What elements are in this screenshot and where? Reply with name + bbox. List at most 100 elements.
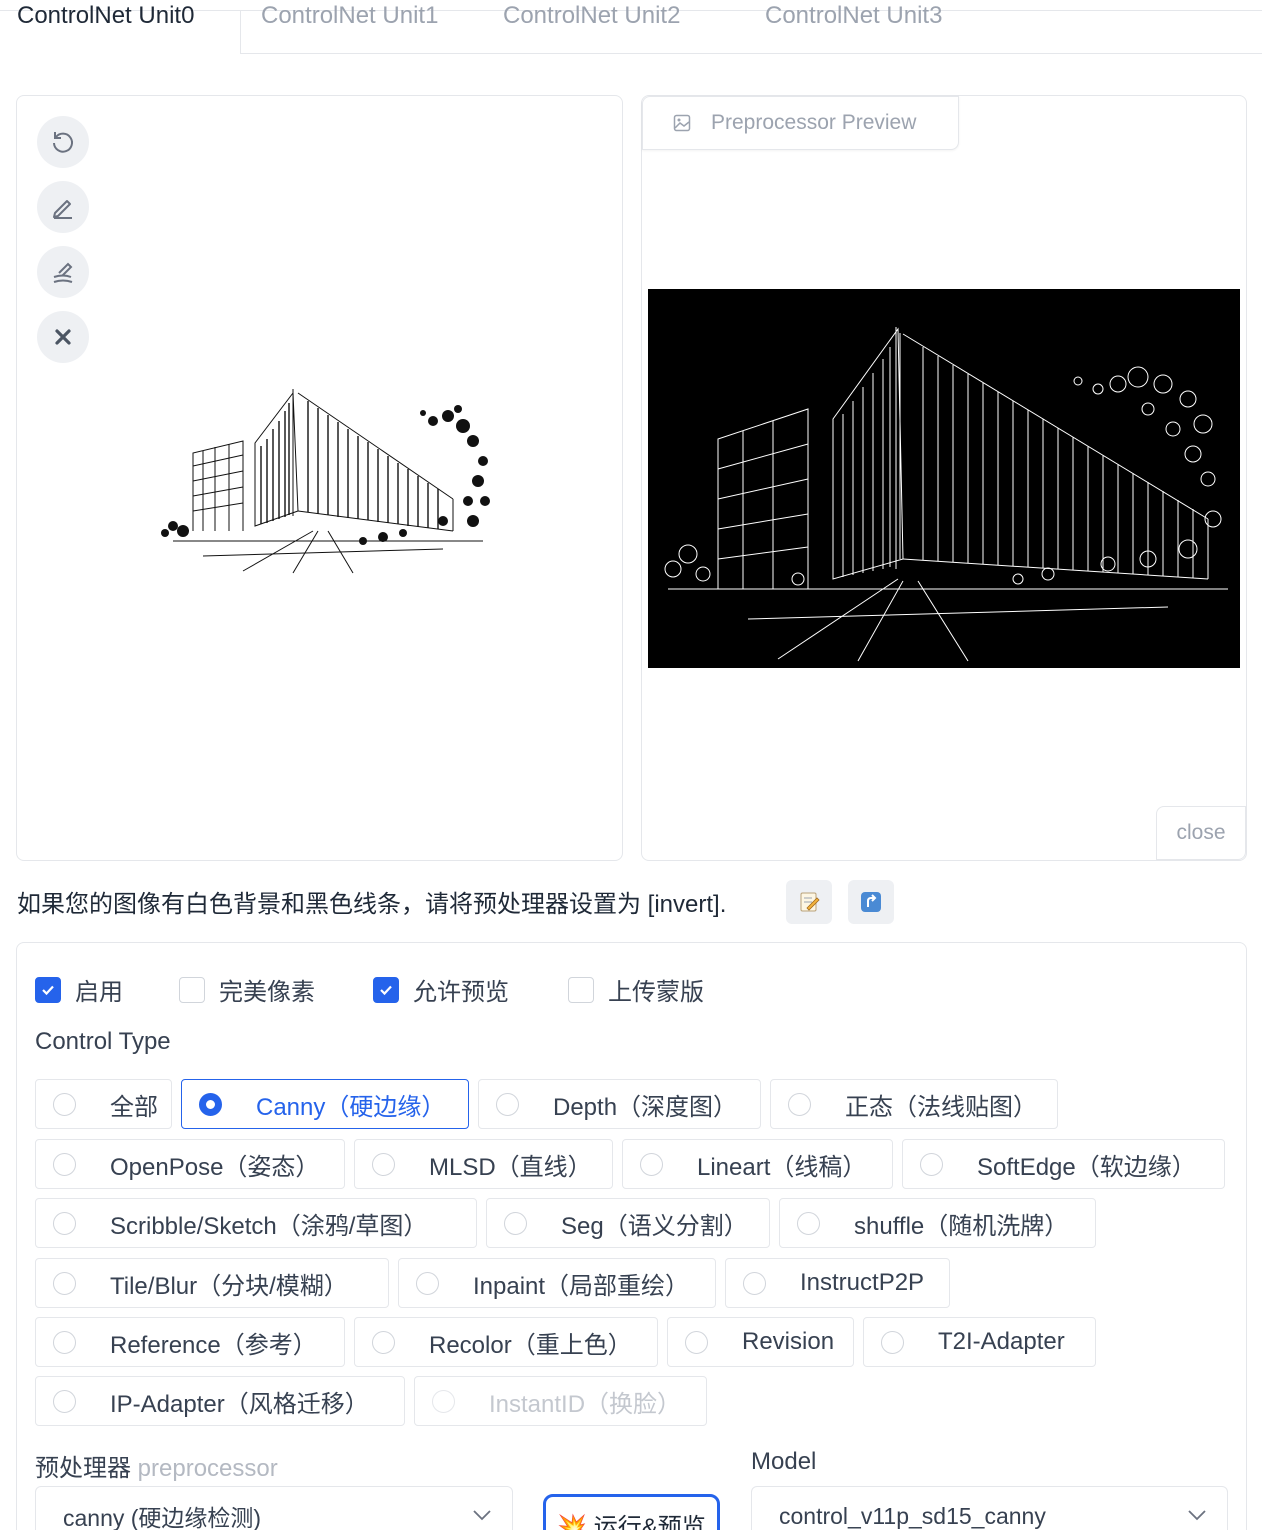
radio-label: Revision: [742, 1328, 835, 1355]
radio-dot: [743, 1271, 766, 1295]
radio-dot: [53, 1211, 76, 1235]
radio-label: InstantID（换脸）: [489, 1390, 682, 1418]
pixel-perfect-checkbox[interactable]: 完美像素: [179, 972, 315, 1007]
radio-t2i-adapter[interactable]: T2I-Adapter: [863, 1317, 1096, 1367]
radio-normal[interactable]: 正态（法线贴图）: [770, 1079, 1058, 1129]
allow-preview-checkbox[interactable]: 允许预览: [373, 972, 509, 1007]
radio-dot: [372, 1330, 395, 1354]
radio-shuffle[interactable]: shuffle（随机洗牌）: [779, 1198, 1096, 1248]
radio-dot: [53, 1271, 76, 1295]
tab-unit1[interactable]: ControlNet Unit1: [261, 0, 438, 38]
radio-seg[interactable]: Seg（语义分割）: [486, 1198, 770, 1248]
checkmark-icon: [42, 985, 54, 995]
chevron-down-icon: [1188, 1510, 1206, 1521]
model-select-value: control_v11p_sd15_canny: [779, 1502, 1046, 1529]
radio-dot: [372, 1152, 395, 1176]
radio-ip-adapter[interactable]: IP-Adapter（风格迁移）: [35, 1376, 405, 1426]
radio-scribble[interactable]: Scribble/Sketch（涂鸦/草图）: [35, 1198, 477, 1248]
input-image-editor[interactable]: [16, 95, 623, 861]
radio-instructp2p[interactable]: InstructP2P: [725, 1258, 950, 1308]
enable-label: 启用: [75, 979, 123, 1006]
radio-reference[interactable]: Reference（参考）: [35, 1317, 345, 1367]
undo-icon: [53, 132, 73, 153]
radio-label: Depth（深度图）: [553, 1093, 738, 1121]
radio-inpaint[interactable]: Inpaint（局部重绘）: [398, 1258, 716, 1308]
radio-dot: [496, 1092, 519, 1116]
architecture-sketch-image: [161, 389, 490, 574]
radio-depth[interactable]: Depth（深度图）: [478, 1079, 761, 1129]
radio-label: Tile/Blur（分块/模糊）: [110, 1272, 348, 1300]
radio-mlsd[interactable]: MLSD（直线）: [354, 1139, 613, 1189]
invert-hint-text: 如果您的图像有白色背景和黑色线条，请将预处理器设置为 [invert].: [17, 891, 727, 918]
preprocessor-preview-panel: Preprocessor Preview close: [641, 95, 1247, 861]
brush-icon: [53, 262, 73, 283]
radio-dot: [640, 1152, 663, 1176]
checkbox-box[interactable]: [179, 976, 205, 1003]
checkbox-box[interactable]: [568, 976, 594, 1003]
chevron-down-icon: [473, 1510, 491, 1521]
divider: [240, 10, 241, 54]
model-label: Model: [751, 1448, 817, 1475]
canny-edge-preview-image: [648, 289, 1240, 668]
pencil-icon: [53, 200, 72, 219]
radio-dot: [416, 1271, 439, 1295]
checkbox-box[interactable]: [35, 976, 61, 1003]
preview-label: Preprocessor Preview: [642, 96, 959, 150]
radio-revision[interactable]: Revision: [667, 1317, 854, 1367]
control-type-label: Control Type: [35, 1028, 171, 1055]
tab-unit3[interactable]: ControlNet Unit3: [765, 0, 942, 38]
run-preview-button[interactable]: 💥 运行&预览: [543, 1494, 720, 1530]
preprocessor-sublabel: preprocessor: [137, 1455, 278, 1482]
tab-unit0[interactable]: ControlNet Unit0: [17, 0, 194, 38]
radio-dot: [788, 1092, 811, 1116]
enable-checkbox[interactable]: 启用: [35, 972, 123, 1007]
radio-openpose[interactable]: OpenPose（姿态）: [35, 1139, 345, 1189]
allow-preview-label: 允许预览: [413, 979, 509, 1006]
radio-tile-blur[interactable]: Tile/Blur（分块/模糊）: [35, 1258, 389, 1308]
radio-label: 正态（法线贴图）: [845, 1093, 1037, 1121]
radio-label: 全部: [110, 1093, 158, 1121]
radio-label: Seg（语义分割）: [561, 1212, 748, 1240]
radio-dot: [53, 1389, 76, 1413]
upload-mask-label: 上传蒙版: [608, 979, 704, 1006]
arrow-up-right-icon: [861, 892, 881, 912]
preprocessor-select[interactable]: canny (硬边缘检测): [35, 1486, 513, 1530]
close-preview-button[interactable]: close: [1156, 806, 1246, 860]
checkbox-box[interactable]: [373, 976, 399, 1003]
radio-label: Reference（参考）: [110, 1331, 317, 1359]
radio-softedge[interactable]: SoftEdge（软边缘）: [902, 1139, 1225, 1189]
memo-icon: [800, 892, 820, 912]
preprocessor-select-value: canny (硬边缘检测): [63, 1505, 262, 1530]
preprocessor-label: 预处理器 preprocessor: [35, 1448, 278, 1483]
send-dimensions-button[interactable]: [848, 880, 894, 924]
radio-dot: [504, 1211, 527, 1235]
radio-dot: [53, 1152, 76, 1176]
radio-label: InstructP2P: [800, 1269, 925, 1296]
radio-all[interactable]: 全部: [35, 1079, 172, 1129]
radio-dot: [685, 1330, 708, 1354]
radio-instantid: InstantID（换脸）: [414, 1376, 707, 1426]
upload-mask-checkbox[interactable]: 上传蒙版: [568, 972, 704, 1007]
radio-label: SoftEdge（软边缘）: [977, 1153, 1196, 1181]
undo-button[interactable]: [37, 116, 89, 168]
radio-dot: [199, 1092, 222, 1116]
radio-label: Recolor（重上色）: [429, 1331, 632, 1359]
brush-button[interactable]: [37, 246, 89, 298]
radio-label: OpenPose（姿态）: [110, 1153, 320, 1181]
edit-memo-button[interactable]: [786, 880, 832, 924]
radio-lineart[interactable]: Lineart（线稿）: [622, 1139, 893, 1189]
radio-recolor[interactable]: Recolor（重上色）: [354, 1317, 658, 1367]
radio-label: shuffle（随机洗牌）: [854, 1212, 1069, 1240]
radio-dot: [797, 1211, 820, 1235]
checkmark-icon: [380, 985, 392, 995]
radio-label: T2I-Adapter: [938, 1328, 1065, 1355]
tab-unit2[interactable]: ControlNet Unit2: [503, 0, 680, 38]
model-select[interactable]: control_v11p_sd15_canny: [751, 1486, 1228, 1530]
radio-label: Canny（硬边缘）: [256, 1093, 446, 1121]
radio-label: Inpaint（局部重绘）: [473, 1272, 690, 1300]
pencil-button[interactable]: [37, 181, 89, 233]
pixel-perfect-label: 完美像素: [219, 979, 315, 1006]
clear-button[interactable]: [37, 311, 89, 363]
radio-canny[interactable]: Canny（硬边缘）: [181, 1079, 469, 1129]
radio-label: Scribble/Sketch（涂鸦/草图）: [110, 1212, 428, 1240]
